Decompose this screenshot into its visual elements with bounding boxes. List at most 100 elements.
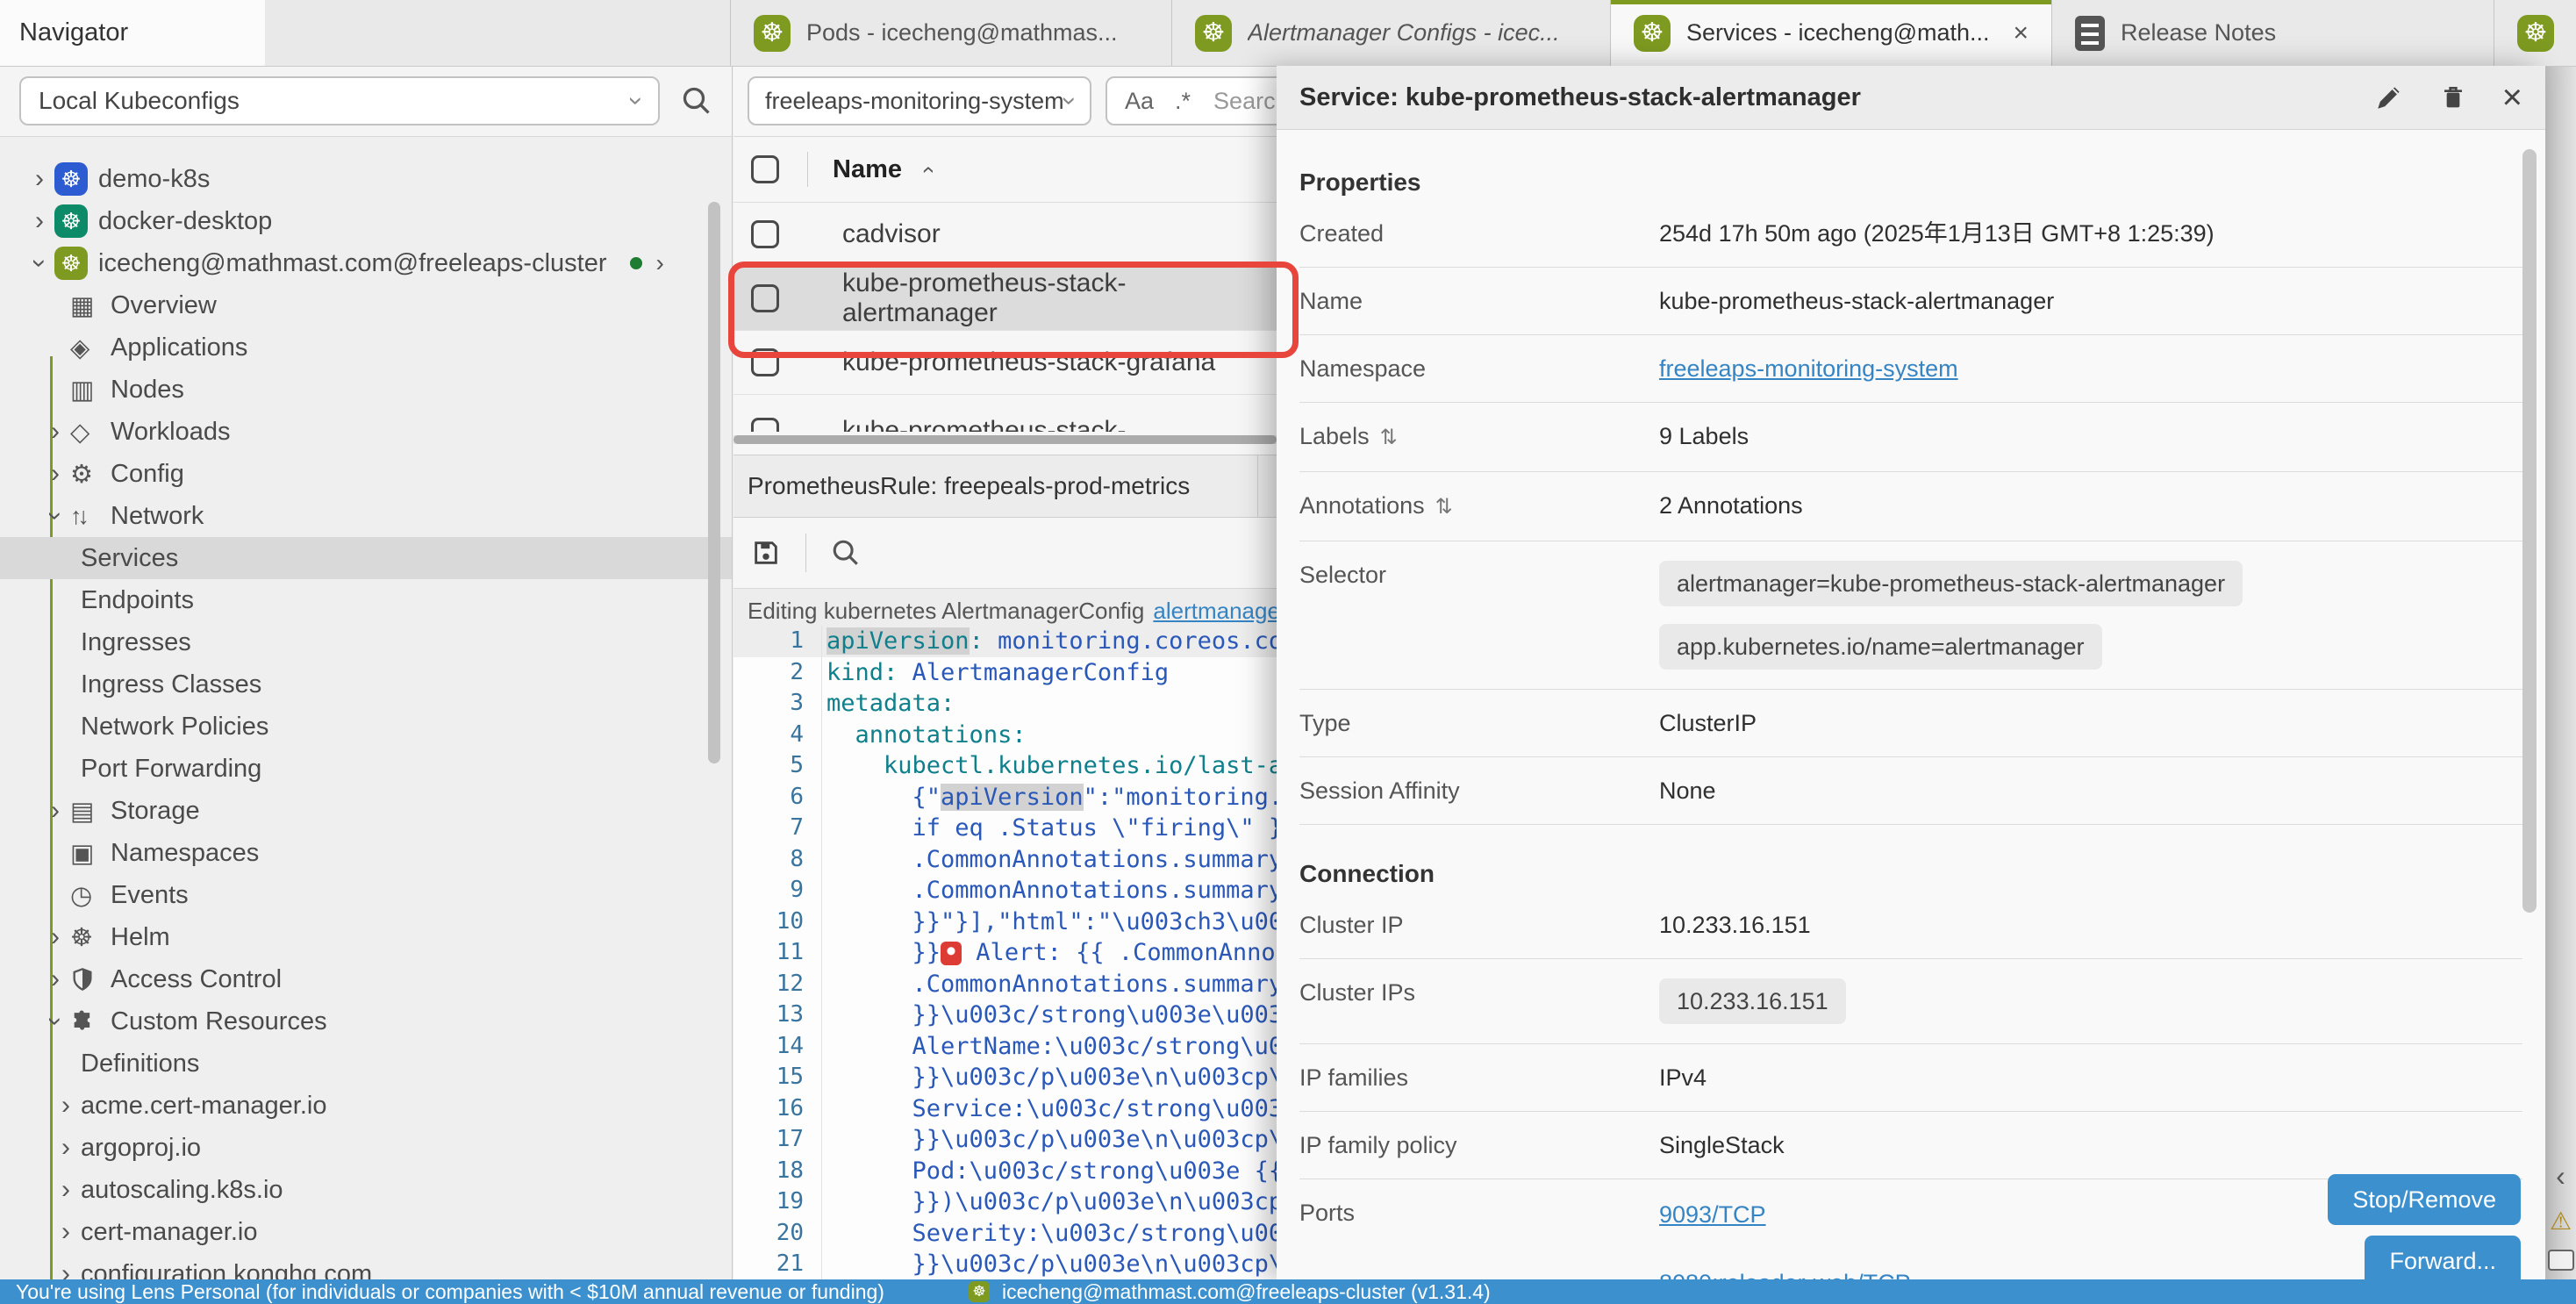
shield-icon	[70, 966, 111, 992]
chevron-down-icon: ›	[1055, 97, 1084, 105]
chevron-down-icon[interactable]: ›	[25, 248, 54, 278]
sidebar-item-docker-desktop[interactable]: › ☸ docker-desktop	[0, 200, 732, 242]
sidebar-item-ingresses[interactable]: Ingresses	[0, 621, 732, 663]
property-row-type: Type ClusterIP	[1299, 690, 2522, 757]
code-line: 6 {"apiVersion":"monitoring.core	[733, 782, 1277, 813]
property-row-cluster-ip: Cluster IP 10.233.16.151	[1299, 892, 2522, 959]
sidebar-item-config[interactable]: › ⚙ Config	[0, 453, 732, 495]
property-row-session-affinity: Session Affinity None	[1299, 757, 2522, 825]
sidebar-item-argoproj[interactable]: › argoproj.io	[0, 1127, 732, 1169]
code-line: 15 }}\u003c/p\u003e\n\u003cp\u003	[733, 1062, 1277, 1093]
drawer-scrollbar[interactable]	[2522, 149, 2537, 913]
match-case-toggle[interactable]: Aa	[1125, 88, 1154, 115]
sidebar-item-freeleaps-cluster[interactable]: › ☸ icecheng@mathmast.com@freeleaps-clus…	[0, 242, 732, 284]
form-icon	[2548, 1250, 2574, 1271]
scrollbar-thumb[interactable]	[733, 435, 1277, 444]
yaml-editor[interactable]: 1apiVersion: monitoring.coreos.com/v1 2k…	[733, 626, 1277, 1279]
forward-button[interactable]: Forward...	[2365, 1236, 2521, 1279]
sidebar-item-network-policies[interactable]: Network Policies	[0, 706, 732, 748]
namespace-select[interactable]: freeleaps-monitoring-system ›	[748, 76, 1091, 125]
chevron-right-icon[interactable]: ›	[51, 1091, 81, 1121]
sidebar-item-ingress-classes[interactable]: Ingress Classes	[0, 663, 732, 706]
namespace-link[interactable]: freeleaps-monitoring-system	[1659, 355, 1958, 383]
port-link-9093[interactable]: 9093/TCP	[1659, 1200, 1911, 1229]
chevron-right-icon[interactable]: ›	[51, 1133, 81, 1163]
chevron-down-icon[interactable]: ›	[40, 1007, 70, 1036]
cluster-tree: › ☸ demo-k8s › ☸ docker-desktop › ☸ icec…	[0, 137, 732, 1279]
table-row-clipped[interactable]: kube-prometheus-stack-...	[733, 395, 1277, 432]
sidebar-item-workloads[interactable]: › ◇ Workloads	[0, 411, 732, 453]
chevron-right-icon[interactable]: ›	[40, 796, 70, 826]
edit-pencil-icon[interactable]	[2374, 82, 2404, 112]
code-line: 1apiVersion: monitoring.coreos.com/v1	[733, 626, 1277, 657]
puzzle-icon	[70, 1009, 111, 1034]
code-line: 7 if eq .Status \"firing\" }}	[733, 813, 1277, 844]
tab-partial[interactable]: ☸	[2494, 0, 2576, 66]
code-line: 18 Pod:\u003c/strong\u003e {{ .Co	[733, 1156, 1277, 1187]
trash-icon[interactable]	[2439, 82, 2467, 112]
sidebar-item-demo-k8s[interactable]: › ☸ demo-k8s	[0, 158, 732, 200]
sidebar-item-acme-cert-manager[interactable]: › acme.cert-manager.io	[0, 1085, 732, 1127]
chevron-right-icon[interactable]: ›	[40, 459, 70, 489]
tab-alertmanager-configs[interactable]: ☸ Alertmanager Configs - icec...	[1171, 0, 1610, 66]
kubeconfig-select[interactable]: Local Kubeconfigs ›	[19, 76, 660, 125]
sidebar-item-applications[interactable]: ◈ Applications	[0, 326, 732, 369]
row-checkbox[interactable]	[751, 418, 779, 432]
tab-bar-spacer	[265, 0, 730, 66]
chevron-right-icon[interactable]: ›	[40, 964, 70, 994]
sidebar-item-access-control[interactable]: › Access Control	[0, 958, 732, 1000]
chevron-down-icon[interactable]: ›	[40, 501, 70, 531]
table-row[interactable]: cadvisor	[733, 203, 1277, 267]
chevron-right-icon[interactable]: ›	[25, 164, 54, 194]
tab-release-notes[interactable]: Release Notes	[2051, 0, 2494, 66]
search-icon[interactable]	[681, 85, 712, 117]
horizontal-scrollbar[interactable]	[733, 435, 1277, 444]
port-link-8080[interactable]: 8080:reloader-web/TCP	[1659, 1269, 1911, 1279]
sidebar-item-definitions[interactable]: Definitions	[0, 1042, 732, 1085]
chevron-right-icon[interactable]: ›	[51, 1175, 81, 1205]
sidebar-item-namespaces[interactable]: ▣ Namespaces	[0, 832, 732, 874]
row-checkbox[interactable]	[751, 220, 779, 248]
save-icon[interactable]	[751, 538, 781, 568]
sidebar-item-port-forwarding[interactable]: Port Forwarding	[0, 748, 732, 790]
close-tab-icon[interactable]: ×	[2013, 18, 2029, 48]
sidebar-scrollbar[interactable]	[708, 202, 720, 763]
chevron-right-icon[interactable]: ›	[40, 417, 70, 447]
expand-sort-icon[interactable]: ⇅	[1435, 495, 1453, 519]
code-line: 8 .CommonAnnotations.summary }}	[733, 844, 1277, 876]
close-drawer-icon[interactable]: ×	[2502, 80, 2522, 115]
kubernetes-cluster-icon: ☸	[54, 204, 98, 238]
sidebar-item-events[interactable]: ◷ Events	[0, 874, 732, 916]
collapse-chevron-icon[interactable]: ‹	[2556, 1160, 2565, 1193]
sidebar-item-custom-resources[interactable]: › Custom Resources	[0, 1000, 732, 1042]
editor-search-icon[interactable]	[831, 538, 861, 568]
sidebar-item-cert-manager[interactable]: › cert-manager.io	[0, 1211, 732, 1253]
sidebar-item-helm[interactable]: › ☸ Helm	[0, 916, 732, 958]
alertmanagerconfig-link[interactable]: alertmanager	[1153, 598, 1277, 625]
sidebar-item-network[interactable]: › ↑↓ Network	[0, 495, 732, 537]
sidebar-item-storage[interactable]: › ▤ Storage	[0, 790, 732, 832]
regex-toggle[interactable]: .*	[1175, 88, 1191, 115]
dock-tab-prometheusrule[interactable]: PrometheusRule: freepeals-prod-metrics	[733, 455, 1258, 517]
sidebar-item-overview[interactable]: ▦ Overview	[0, 284, 732, 326]
name-column-header[interactable]: Name	[833, 155, 902, 184]
sidebar-item-configuration-konghq[interactable]: › configuration.konghq.com	[0, 1253, 732, 1279]
chevron-right-icon[interactable]: ›	[40, 922, 70, 952]
sidebar-item-autoscaling-k8s[interactable]: › autoscaling.k8s.io	[0, 1169, 732, 1211]
chevron-right-icon[interactable]: ›	[51, 1217, 81, 1247]
select-all-checkbox[interactable]	[751, 155, 779, 183]
sidebar-item-nodes[interactable]: ▥ Nodes	[0, 369, 732, 411]
chevron-right-icon[interactable]: ›	[51, 1259, 81, 1279]
property-row-name: Name kube-prometheus-stack-alertmanager	[1299, 268, 2522, 335]
code-line: 21 }}\u003c/p\u003e\n\u003cp\u003	[733, 1249, 1277, 1279]
stop-remove-button[interactable]: Stop/Remove	[2328, 1174, 2521, 1225]
sort-ascending-icon[interactable]: ›	[913, 166, 941, 174]
tab-services[interactable]: ☸ Services - icecheng@math... ×	[1610, 0, 2051, 66]
chevron-right-icon[interactable]: ›	[656, 249, 664, 277]
sidebar-item-services[interactable]: Services	[0, 537, 732, 579]
chevron-right-icon[interactable]: ›	[25, 206, 54, 236]
property-row-labels: Labels⇅ 9 Labels	[1299, 403, 2522, 472]
sidebar-item-endpoints[interactable]: Endpoints	[0, 579, 732, 621]
tab-pods[interactable]: ☸ Pods - icecheng@mathmas...	[730, 0, 1171, 66]
expand-sort-icon[interactable]: ⇅	[1380, 426, 1398, 449]
